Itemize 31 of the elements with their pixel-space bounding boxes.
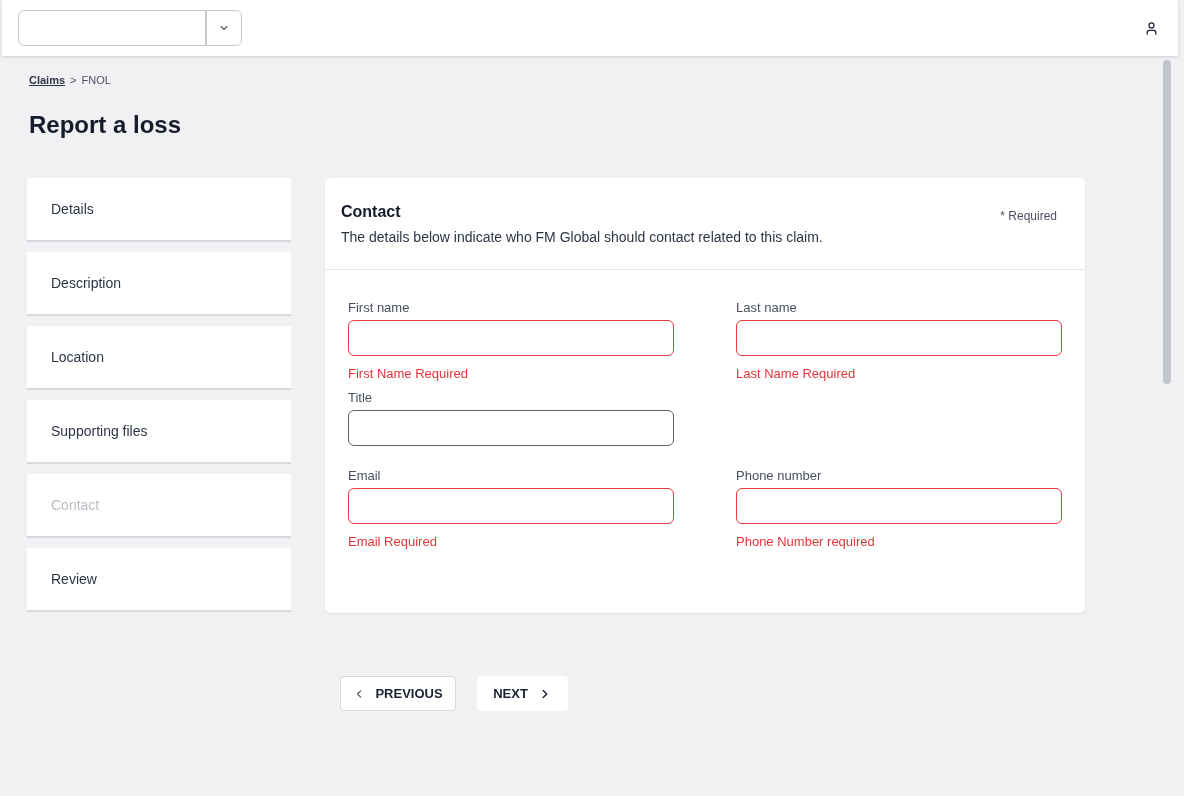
page-title: Report a loss — [29, 110, 182, 140]
step-item[interactable]: Details — [27, 178, 291, 242]
error-message: Email Required — [348, 534, 437, 549]
input-field[interactable] — [736, 488, 1062, 524]
card-description: The details below indicate who FM Global should contact related to this claim. — [341, 228, 823, 246]
breadcrumb-link[interactable]: Claims — [29, 73, 66, 87]
field-label: Email — [348, 467, 381, 485]
step-item[interactable]: Review — [27, 548, 291, 612]
field-label: First name — [348, 299, 410, 317]
field-label: Title — [348, 389, 373, 407]
input-field[interactable] — [348, 410, 674, 446]
card-title: Contact — [341, 202, 401, 222]
previous-button[interactable]: PREVIOUS — [340, 676, 456, 711]
field-label: Last name — [736, 299, 797, 317]
breadcrumb-separator: > — [70, 73, 77, 87]
error-message: First Name Required — [348, 366, 468, 381]
step-item[interactable]: Description — [27, 252, 291, 316]
next-button[interactable]: NEXT — [477, 676, 568, 711]
scrollbar-thumb[interactable] — [1163, 60, 1171, 384]
breadcrumb-current: FNOL — [81, 73, 111, 87]
error-message: Last Name Required — [736, 366, 856, 381]
field-label: Phone number — [736, 467, 822, 485]
input-field[interactable] — [736, 320, 1062, 356]
input-field[interactable] — [348, 488, 674, 524]
select-field[interactable] — [18, 10, 242, 46]
step-item[interactable]: Location — [27, 326, 291, 390]
user-icon[interactable] — [1144, 20, 1159, 36]
input-field[interactable] — [348, 320, 674, 356]
required-note: * Required — [1000, 208, 1057, 224]
error-message: Phone Number required — [736, 534, 875, 549]
step-item[interactable]: Supporting files — [27, 400, 291, 464]
